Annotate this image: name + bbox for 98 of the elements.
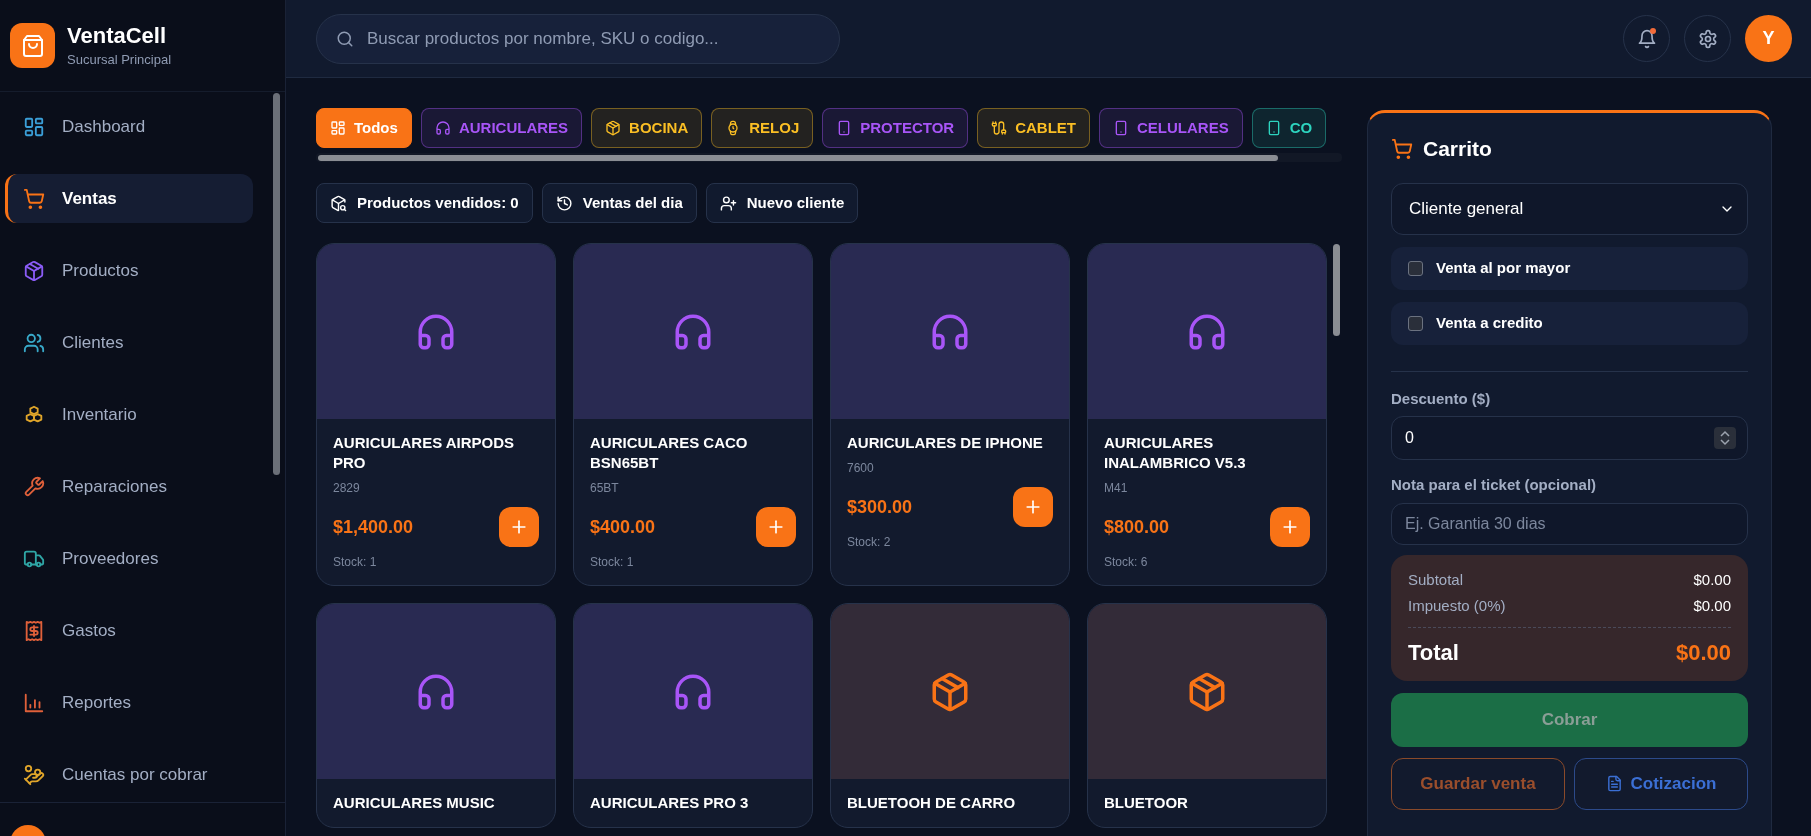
user-plus-icon [719, 194, 737, 212]
category-tab[interactable]: RELOJ [711, 108, 814, 148]
shopping-bag-icon [20, 33, 45, 58]
sidebar-item[interactable]: Reportes [5, 678, 253, 727]
sidebar-item[interactable]: Clientes [5, 318, 253, 367]
field-label: Descuento ($) [1391, 388, 1492, 409]
grid-icon [23, 115, 45, 138]
category-tab[interactable]: CO [1251, 108, 1327, 148]
category-tab[interactable]: CABLET [977, 108, 1090, 148]
product-card[interactable]: AURICULARES CACO BSN65BT 65BT $400.00 Stock: 1 [573, 243, 813, 586]
sidebar-item[interactable]: Productos [5, 246, 253, 295]
category-tab[interactable]: CELULARES [1099, 108, 1243, 148]
add-to-cart-button[interactable] [499, 507, 539, 547]
wrench-icon [23, 475, 45, 498]
cart-title: Carrito [1423, 136, 1492, 162]
product-code: 2829 [333, 480, 361, 497]
product-card[interactable]: AURICULARES DE IPHONE 7600 $300.00 Stock: 2 [830, 243, 1070, 586]
summary-value: $0.00 [1693, 595, 1731, 616]
product-card[interactable]: AURICULARES AIRPODS PRO 2829 $1,400.00 Stock: 1 [316, 243, 556, 586]
field-label: Nota para el ticket (opcional) [1391, 475, 1598, 495]
category-tab[interactable]: BOCINA [591, 108, 703, 148]
document-icon [1605, 775, 1623, 792]
search-icon [336, 29, 354, 48]
grid-icon [330, 120, 346, 136]
cart-icon [23, 187, 45, 210]
product-price: $300.00 [847, 495, 913, 519]
headphones-icon [434, 120, 451, 136]
category-tab[interactable]: AURICULARES [420, 108, 583, 148]
product-price: $1,400.00 [333, 515, 414, 539]
total-value: $0.00 [1675, 638, 1731, 667]
sidebar-item[interactable]: Inventario [5, 390, 253, 439]
sidebar-item[interactable]: Reparaciones [5, 462, 253, 511]
product-card[interactable]: BLUETOOR [1087, 603, 1327, 828]
hand-coins-icon [23, 763, 45, 786]
product-name: AURICULARES MUSIC [333, 793, 496, 813]
stock-label: Stock: 1 [333, 554, 378, 571]
spinner-icon[interactable] [1714, 427, 1736, 449]
product-code: 7600 [847, 460, 875, 477]
action-button[interactable]: Productos vendidos: 0 [316, 183, 533, 223]
history-icon [555, 194, 573, 212]
category-tab[interactable]: PROTECTOR [822, 108, 969, 148]
product-code: M41 [1104, 480, 1129, 497]
discount-field[interactable]: 0 [1391, 416, 1748, 460]
quote-button[interactable]: Cotizacion [1574, 757, 1748, 810]
receipt-icon [23, 619, 45, 642]
product-card[interactable]: BLUETOOH DE CARRO [830, 603, 1070, 828]
action-button[interactable]: Nuevo cliente [705, 183, 859, 223]
product-name: AURICULARES CACO BSN65BT [590, 433, 749, 473]
checkbox[interactable] [1408, 260, 1423, 276]
product-card[interactable]: AURICULARES INALAMBRICO V5.3 M41 $800.00 Stock: 6 [1087, 243, 1327, 586]
sidebar-item[interactable]: Proveedores [5, 534, 253, 583]
settings-icon [1697, 28, 1718, 49]
checkbox[interactable] [1408, 315, 1423, 331]
stock-label: Stock: 6 [1104, 554, 1149, 571]
summary-label: Impuesto (0%) [1408, 595, 1506, 616]
add-to-cart-button[interactable] [1013, 487, 1053, 527]
stock-label: Stock: 1 [590, 554, 635, 571]
summary-label: Subtotal [1408, 569, 1464, 590]
product-name: BLUETOOH DE CARRO [847, 793, 1017, 813]
note-field[interactable]: Ej. Garantia 30 dias [1391, 502, 1748, 545]
horizontal-scrollbar[interactable] [316, 153, 1342, 162]
scrollbar[interactable] [273, 93, 280, 475]
vertical-scrollbar[interactable] [1333, 244, 1340, 336]
checkbox-row[interactable]: Venta al por mayor [1391, 246, 1748, 290]
add-to-cart-button[interactable] [756, 507, 796, 547]
add-to-cart-button[interactable] [1270, 507, 1310, 547]
branch-name: Sucursal Principal [67, 50, 172, 69]
product-card[interactable]: AURICULARES MUSIC [316, 603, 556, 828]
product-name: AURICULARES PRO 3 [590, 793, 750, 813]
product-name: AURICULARES AIRPODS PRO [333, 433, 516, 473]
product-code: 65BT [590, 480, 620, 497]
search-field[interactable]: Buscar productos por nombre, SKU o codigo... [316, 13, 840, 64]
product-price: $400.00 [590, 515, 656, 539]
users-icon [23, 331, 45, 354]
product-name: AURICULARES INALAMBRICO V5.3 [1104, 433, 1247, 473]
total-label: Total [1408, 638, 1459, 667]
sidebar-item[interactable]: Dashboard [5, 102, 253, 151]
cable-icon [991, 120, 1008, 136]
sidebar-item[interactable]: Cuentas por cobrar [5, 750, 253, 799]
action-button[interactable]: Ventas del dia [541, 183, 697, 223]
sidebar-item[interactable]: Gastos [5, 606, 253, 655]
sidebar-item[interactable]: Ventas [5, 174, 253, 223]
stock-label: Stock: 2 [847, 534, 892, 551]
customer-select[interactable]: Cliente general [1391, 182, 1748, 235]
phone-icon [1113, 120, 1129, 136]
box-icon [23, 259, 45, 282]
product-name: BLUETOOR [1104, 793, 1189, 813]
checkbox-row[interactable]: Venta a credito [1391, 301, 1748, 345]
bell-icon [1636, 28, 1657, 49]
cart-icon [1391, 137, 1413, 160]
box-search-icon [330, 194, 347, 212]
product-price: $800.00 [1104, 515, 1170, 539]
bar-chart-icon [23, 691, 45, 714]
box-icon [605, 120, 622, 136]
summary-value: $0.00 [1693, 569, 1731, 590]
product-name: AURICULARES DE IPHONE [847, 433, 1044, 453]
product-card[interactable]: AURICULARES PRO 3 [573, 603, 813, 828]
app-name: VentaCell [67, 21, 168, 50]
